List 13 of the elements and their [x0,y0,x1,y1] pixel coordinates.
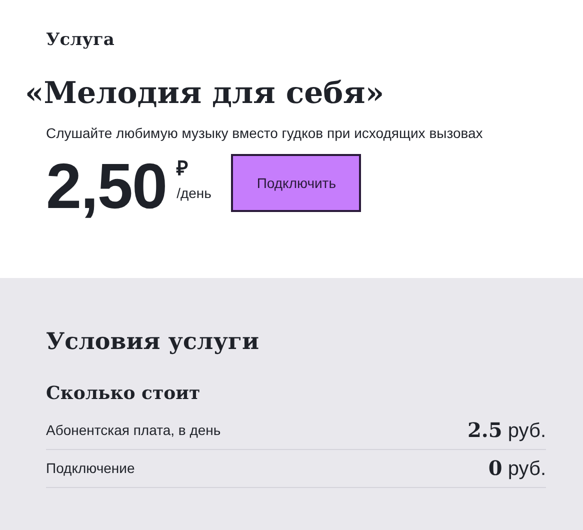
conditions-title: Условия услуги [46,327,260,357]
cost-value: 2.5 руб. [468,417,546,444]
service-label: Услуга [46,29,114,52]
cost-subtitle: Сколько стоит [46,382,200,406]
connect-button[interactable]: Подключить [231,154,362,212]
service-title: «Мелодия для себя» [25,75,384,113]
cost-label: Абонентская плата, в день [46,421,221,440]
cost-label: Подключение [46,459,135,478]
service-description: Слушайте любимую музыку вместо гудков при исходящих вызовах [46,124,483,142]
price-period: /день [176,184,212,202]
cost-value: 0 руб. [488,455,546,482]
currency-sign: ₽ [176,158,189,180]
price-amount: 2,50 [46,154,167,218]
